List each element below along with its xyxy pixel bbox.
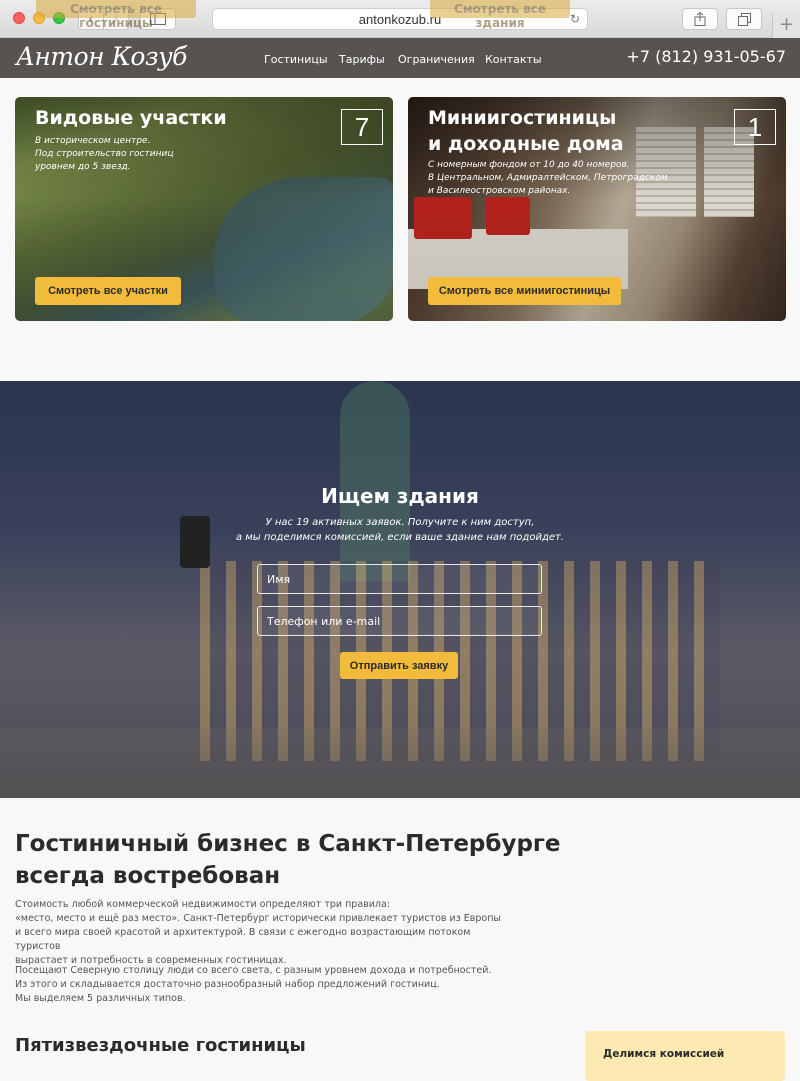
ghost-buildings-button[interactable]: Смотреть все здания [430, 0, 570, 30]
article-headline: Гостиничный бизнес в Санкт-Петербурге вс… [15, 831, 561, 889]
card-count-badge: 7 [341, 109, 383, 145]
nav-hotels[interactable]: Гостиницы [264, 53, 328, 66]
commission-box[interactable]: Делимся комиссией [585, 1031, 785, 1081]
request-section: Ищем здания У нас 19 активных заявок. По… [0, 381, 800, 798]
contact-input[interactable] [257, 606, 542, 636]
card-title: Миниигостиницы и доходные дома [428, 107, 624, 155]
view-all-plots-button[interactable]: Смотреть все участки [35, 277, 181, 305]
card-title: Видовые участки [35, 107, 227, 129]
commission-label: Делимся комиссией [603, 1048, 725, 1060]
tower-image [340, 381, 410, 581]
card-view-plots[interactable]: Видовые участки В историческом центре. П… [15, 97, 393, 321]
card-count-badge: 1 [734, 109, 776, 145]
article-paragraph-1: Стоимость любой коммерческой недвижимост… [15, 899, 501, 966]
section-subheading: Пятизвездочные гостиницы [15, 1035, 306, 1056]
card-description: В историческом центре. Под строительство… [35, 136, 174, 172]
site-logo[interactable]: Антон Козуб [16, 42, 187, 71]
name-input[interactable] [257, 564, 542, 594]
request-subtitle: У нас 19 активных заявок. Получите к ним… [235, 517, 565, 543]
tabs-icon [737, 12, 751, 26]
share-button[interactable] [682, 8, 718, 30]
request-title: Ищем здания [321, 484, 479, 508]
ghost-hotels-button[interactable]: Смотреть все гостиницы [36, 0, 196, 30]
reload-icon[interactable]: ↻ [570, 12, 580, 26]
phone-number[interactable]: +7 (812) 931-05-67 [626, 47, 786, 66]
nav-restrictions[interactable]: Ограничения [398, 53, 475, 66]
nav-contacts[interactable]: Контакты [485, 53, 542, 66]
window-close-button[interactable] [13, 12, 25, 24]
card-mini-hotels[interactable]: Миниигостиницы и доходные дома С номерны… [408, 97, 786, 321]
tabs-button[interactable] [726, 8, 762, 30]
article-paragraph-2: Посещают Северную столицу люди со всего … [15, 965, 492, 1004]
view-all-mini-hotels-button[interactable]: Смотреть все миниигостиницы [428, 277, 621, 305]
new-tab-icon[interactable]: + [772, 14, 800, 38]
share-icon [694, 12, 706, 26]
submit-request-button[interactable]: Отправить заявку [340, 652, 458, 679]
nav-tariffs[interactable]: Тарифы [339, 53, 385, 66]
url-text: antonkozub.ru [358, 11, 442, 27]
card-description: С номерным фондом от 10 до 40 номеров. В… [428, 160, 668, 196]
